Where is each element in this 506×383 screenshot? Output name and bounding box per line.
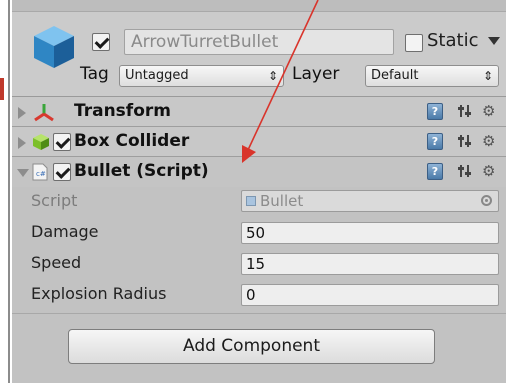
help-book-icon[interactable]: ?: [427, 103, 443, 120]
preset-sliders-icon[interactable]: [458, 104, 472, 118]
gameobject-cube-icon: [34, 26, 74, 68]
static-dropdown-arrow-icon[interactable]: [488, 37, 500, 45]
bullet-script-enabled-checkbox[interactable]: [53, 163, 71, 181]
svg-text:c#: c#: [36, 170, 46, 178]
static-label: Static: [427, 30, 479, 51]
gear-icon[interactable]: ⚙: [482, 102, 495, 120]
red-edge-mark: [0, 78, 4, 100]
updown-arrows-icon: ⇕: [267, 69, 278, 83]
preset-sliders-icon[interactable]: [458, 134, 472, 148]
active-checkbox[interactable]: [92, 33, 110, 51]
component-title: Box Collider: [74, 131, 190, 151]
left-window-strip: [0, 0, 12, 383]
script-object-value: Bullet: [260, 192, 304, 210]
section-divider: [12, 313, 506, 314]
damage-field[interactable]: 50: [241, 222, 499, 244]
foldout-collapsed-icon[interactable]: [18, 107, 26, 119]
gear-icon[interactable]: ⚙: [482, 132, 495, 150]
gameobject-header: ArrowTurretBullet Static Tag Untagged ⇕ …: [12, 0, 506, 97]
transform-axes-icon: [34, 104, 54, 122]
inspector-panel: ArrowTurretBullet Static Tag Untagged ⇕ …: [12, 0, 506, 383]
script-asset-icon: [246, 196, 256, 206]
static-checkbox[interactable]: [405, 34, 423, 52]
component-header-transform[interactable]: Transform ? ⚙: [12, 97, 506, 127]
speed-property-label: Speed: [31, 253, 82, 272]
preset-sliders-icon[interactable]: [458, 164, 472, 178]
layer-label: Layer: [292, 64, 340, 84]
gear-icon[interactable]: ⚙: [482, 162, 495, 180]
component-header-box-collider[interactable]: Box Collider ? ⚙: [12, 127, 506, 157]
object-picker-icon[interactable]: [481, 195, 492, 206]
explosion-radius-field[interactable]: 0: [241, 284, 499, 306]
tag-dropdown[interactable]: Untagged ⇕: [119, 65, 284, 87]
gameobject-name-field[interactable]: ArrowTurretBullet: [124, 29, 394, 55]
script-property-label: Script: [31, 191, 78, 210]
speed-field[interactable]: 15: [241, 253, 499, 275]
foldout-collapsed-icon[interactable]: [18, 137, 26, 149]
damage-property-label: Damage: [31, 222, 99, 241]
tag-label: Tag: [80, 64, 109, 84]
component-header-bullet-script[interactable]: c# Bullet (Script) ? ⚙: [12, 157, 506, 187]
layer-dropdown[interactable]: Default ⇕: [365, 65, 499, 87]
updown-arrows-icon: ⇕: [482, 69, 493, 83]
component-title: Bullet (Script): [74, 161, 209, 181]
script-object-field[interactable]: Bullet: [241, 190, 499, 212]
box-collider-enabled-checkbox[interactable]: [53, 133, 71, 151]
help-book-icon[interactable]: ?: [427, 163, 443, 180]
help-book-icon[interactable]: ?: [427, 133, 443, 150]
window-edge: [8, 0, 10, 383]
tag-dropdown-value: Untagged: [125, 68, 189, 83]
component-title: Transform: [74, 101, 171, 121]
explosion-radius-property-label: Explosion Radius: [31, 284, 167, 303]
add-component-button[interactable]: Add Component: [68, 329, 435, 364]
box-collider-icon: [33, 134, 49, 150]
header-top-bar: [12, 0, 506, 12]
layer-dropdown-value: Default: [371, 68, 419, 83]
foldout-expanded-icon[interactable]: [17, 169, 29, 177]
script-file-icon: c#: [32, 163, 48, 181]
